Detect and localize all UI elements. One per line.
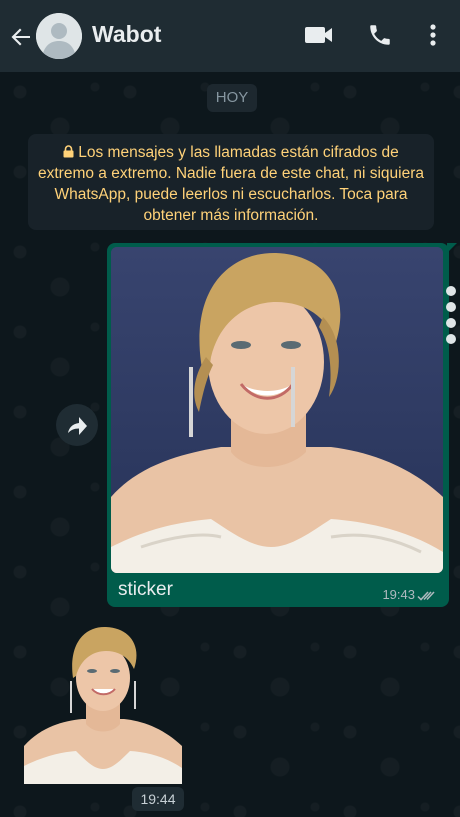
avatar[interactable] (36, 13, 82, 59)
encryption-notice-text: Los mensajes y las llamadas están cifrad… (38, 144, 424, 224)
bubble-tail (447, 243, 457, 253)
video-call-icon[interactable] (304, 22, 334, 53)
date-chip: HOY (207, 84, 257, 112)
more-vert-icon[interactable] (425, 22, 441, 53)
chat-screen: Wabot HOY Los mensajes y las llamadas es… (0, 0, 460, 817)
forward-button[interactable] (56, 404, 98, 446)
read-ticks-icon (417, 589, 437, 607)
phone-icon[interactable] (367, 22, 393, 53)
lock-icon (63, 143, 74, 158)
forward-icon (68, 417, 87, 435)
back-arrow-icon[interactable] (8, 24, 34, 50)
message-photo[interactable] (111, 247, 443, 573)
message-caption: sticker (118, 579, 173, 600)
message-time: 19:43 (382, 587, 415, 602)
chat-area[interactable]: HOY Los mensajes y las llamadas están ci… (0, 72, 460, 817)
encryption-notice[interactable]: Los mensajes y las llamadas están cifrad… (28, 134, 434, 230)
contact-name[interactable]: Wabot (92, 21, 161, 48)
incoming-sticker[interactable] (24, 626, 182, 784)
scroll-indicator-dots (446, 286, 458, 350)
sticker-time: 19:44 (132, 787, 184, 811)
outgoing-image-message[interactable]: sticker 19:43 (107, 243, 457, 607)
chat-header: Wabot (0, 0, 460, 72)
